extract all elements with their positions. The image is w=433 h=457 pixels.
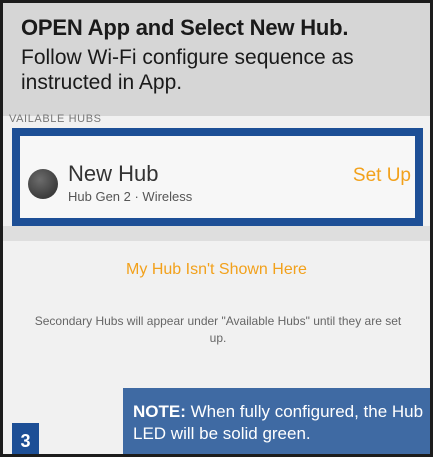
instruction-headline: OPEN App and Select New Hub.	[21, 15, 349, 40]
instruction-banner: OPEN App and Select New Hub. Follow Wi-F…	[3, 3, 430, 116]
available-hubs-label: VAILABLE HUBS	[9, 113, 102, 125]
instruction-text: Follow Wi-Fi configure sequence as instr…	[21, 46, 354, 94]
note-callout: NOTE: When fully configured, the Hub LED…	[123, 388, 430, 454]
set-up-button[interactable]: Set Up	[353, 165, 411, 187]
hub-device-icon	[28, 169, 58, 199]
note-label: NOTE:	[133, 402, 186, 421]
divider	[3, 226, 430, 241]
hub-name: New Hub	[68, 161, 159, 186]
hub-list-item[interactable]: New Hub Hub Gen 2 · Wireless Set Up	[12, 128, 423, 226]
hub-not-shown-link[interactable]: My Hub Isn't Shown Here	[3, 261, 430, 279]
step-number-badge: 3	[12, 423, 39, 454]
secondary-hubs-info: Secondary Hubs will appear under "Availa…	[34, 314, 402, 345]
hub-subtitle: Hub Gen 2 · Wireless	[68, 189, 193, 204]
instruction-frame: OPEN App and Select New Hub. Follow Wi-F…	[0, 0, 433, 457]
